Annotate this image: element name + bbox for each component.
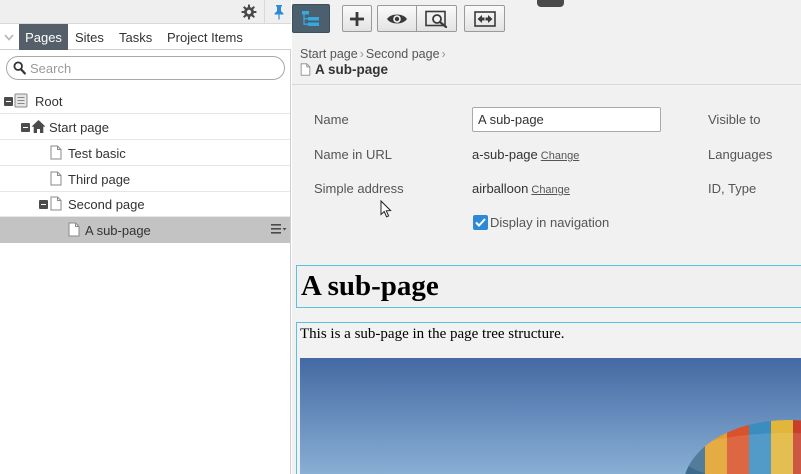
search-input[interactable] bbox=[30, 59, 278, 77]
url-name-text: a-sub-page bbox=[472, 147, 538, 162]
eye-icon bbox=[387, 14, 407, 23]
main-body-block[interactable]: This is a sub-page in the page tree stru… bbox=[296, 322, 801, 474]
page-heading: A sub-page bbox=[301, 270, 439, 302]
tree-node-label: Second page bbox=[68, 197, 145, 212]
pin-pane-button[interactable] bbox=[264, 0, 292, 24]
search-box bbox=[6, 56, 285, 80]
swap-arrows-icon bbox=[473, 10, 496, 27]
add-button[interactable] bbox=[342, 5, 372, 32]
breadcrumb: Start page › Second page › A sub-page bbox=[292, 38, 801, 85]
edit-area: Start page › Second page › A sub-page Name … bbox=[292, 0, 801, 474]
context-menu-icon[interactable] bbox=[271, 223, 287, 235]
notification-tab[interactable] bbox=[537, 0, 564, 7]
page-icon bbox=[68, 222, 80, 237]
page-title: A sub-page bbox=[300, 62, 388, 77]
heading-property-block[interactable]: A sub-page bbox=[296, 265, 801, 308]
tree-node-a-sub-page[interactable]: A sub-page bbox=[0, 217, 290, 243]
collapse-toggle-icon[interactable] bbox=[4, 97, 13, 106]
tab-pages[interactable]: Pages bbox=[19, 24, 68, 50]
tab-sites[interactable]: Sites bbox=[75, 24, 104, 50]
gear-icon bbox=[241, 4, 257, 20]
hot-air-balloon-image bbox=[300, 358, 801, 474]
breadcrumb-link[interactable]: Second page bbox=[366, 47, 440, 61]
tree-node-label: Test basic bbox=[68, 146, 126, 161]
tree-node-label: Start page bbox=[49, 120, 109, 135]
checkmark-icon bbox=[475, 218, 486, 227]
tree-node-label: Root bbox=[35, 94, 63, 109]
tab-project-items[interactable]: Project Items bbox=[167, 24, 243, 50]
name-field[interactable] bbox=[472, 107, 661, 132]
collapse-toggle-icon[interactable] bbox=[21, 123, 30, 132]
visible-to-label[interactable]: Visible to bbox=[708, 112, 761, 127]
tree-node-second-page[interactable]: Second page bbox=[0, 191, 290, 217]
on-page-edit-preview: A sub-page This is a sub-page in the pag… bbox=[296, 265, 801, 474]
tree-node-label: Third page bbox=[68, 172, 131, 187]
chevron-down-icon bbox=[4, 33, 14, 41]
page-tree-icon bbox=[302, 11, 319, 26]
compare-button[interactable] bbox=[417, 5, 457, 32]
breadcrumb-link[interactable]: Start page bbox=[300, 47, 358, 61]
plus-icon bbox=[350, 11, 364, 26]
chevron-right-icon: › bbox=[359, 47, 364, 61]
page-icon bbox=[50, 196, 62, 211]
root-icon bbox=[14, 93, 28, 108]
pane-tabs: Pages Sites Tasks Project Items bbox=[0, 24, 291, 50]
tree-node-third-page[interactable]: Third page bbox=[0, 166, 290, 192]
simple-address-value: airballoon Change bbox=[472, 181, 570, 196]
url-name-label: Name in URL bbox=[314, 147, 393, 162]
collapse-pane-toggle[interactable] bbox=[2, 28, 16, 46]
change-url-link[interactable]: Change bbox=[541, 150, 580, 162]
simple-address-text: airballoon bbox=[472, 181, 529, 196]
navigation-pane: Pages Sites Tasks Project Items Root bbox=[0, 0, 291, 474]
tree-node-root[interactable]: Root bbox=[0, 88, 290, 114]
home-icon bbox=[31, 120, 46, 133]
mouse-cursor-icon bbox=[380, 200, 392, 218]
languages-label[interactable]: Languages bbox=[708, 147, 772, 162]
tree-node-label: A sub-page bbox=[85, 223, 151, 238]
page-icon bbox=[300, 63, 311, 76]
chevron-right-icon: › bbox=[441, 47, 446, 61]
page-icon bbox=[50, 145, 62, 160]
id-type-label: ID, Type bbox=[708, 181, 757, 196]
settings-button[interactable] bbox=[235, 0, 263, 24]
page-icon bbox=[50, 171, 62, 186]
url-name-value: a-sub-page Change bbox=[472, 147, 579, 162]
toggle-assets-button[interactable] bbox=[464, 5, 505, 32]
tab-tasks[interactable]: Tasks bbox=[119, 24, 152, 50]
breadcrumb-trail: Start page › Second page › bbox=[300, 47, 448, 61]
name-label: Name bbox=[314, 112, 349, 127]
search-icon bbox=[13, 61, 26, 75]
tree-node-test-basic[interactable]: Test basic bbox=[0, 140, 290, 166]
pane-header bbox=[0, 0, 291, 24]
toggle-tree-button[interactable] bbox=[292, 4, 330, 33]
simple-address-label: Simple address bbox=[314, 181, 404, 196]
compare-view-icon bbox=[424, 10, 447, 28]
pin-icon bbox=[274, 5, 283, 20]
display-in-navigation-label[interactable]: Display in navigation bbox=[490, 215, 609, 230]
display-in-navigation-checkbox[interactable] bbox=[473, 215, 488, 230]
page-title-text: A sub-page bbox=[315, 62, 389, 77]
preview-button[interactable] bbox=[377, 5, 417, 32]
change-address-link[interactable]: Change bbox=[531, 184, 570, 196]
tree-node-start-page[interactable]: Start page bbox=[0, 114, 290, 140]
toolbar bbox=[292, 0, 801, 38]
body-text: This is a sub-page in the page tree stru… bbox=[300, 326, 565, 342]
collapse-toggle-icon[interactable] bbox=[39, 200, 48, 209]
